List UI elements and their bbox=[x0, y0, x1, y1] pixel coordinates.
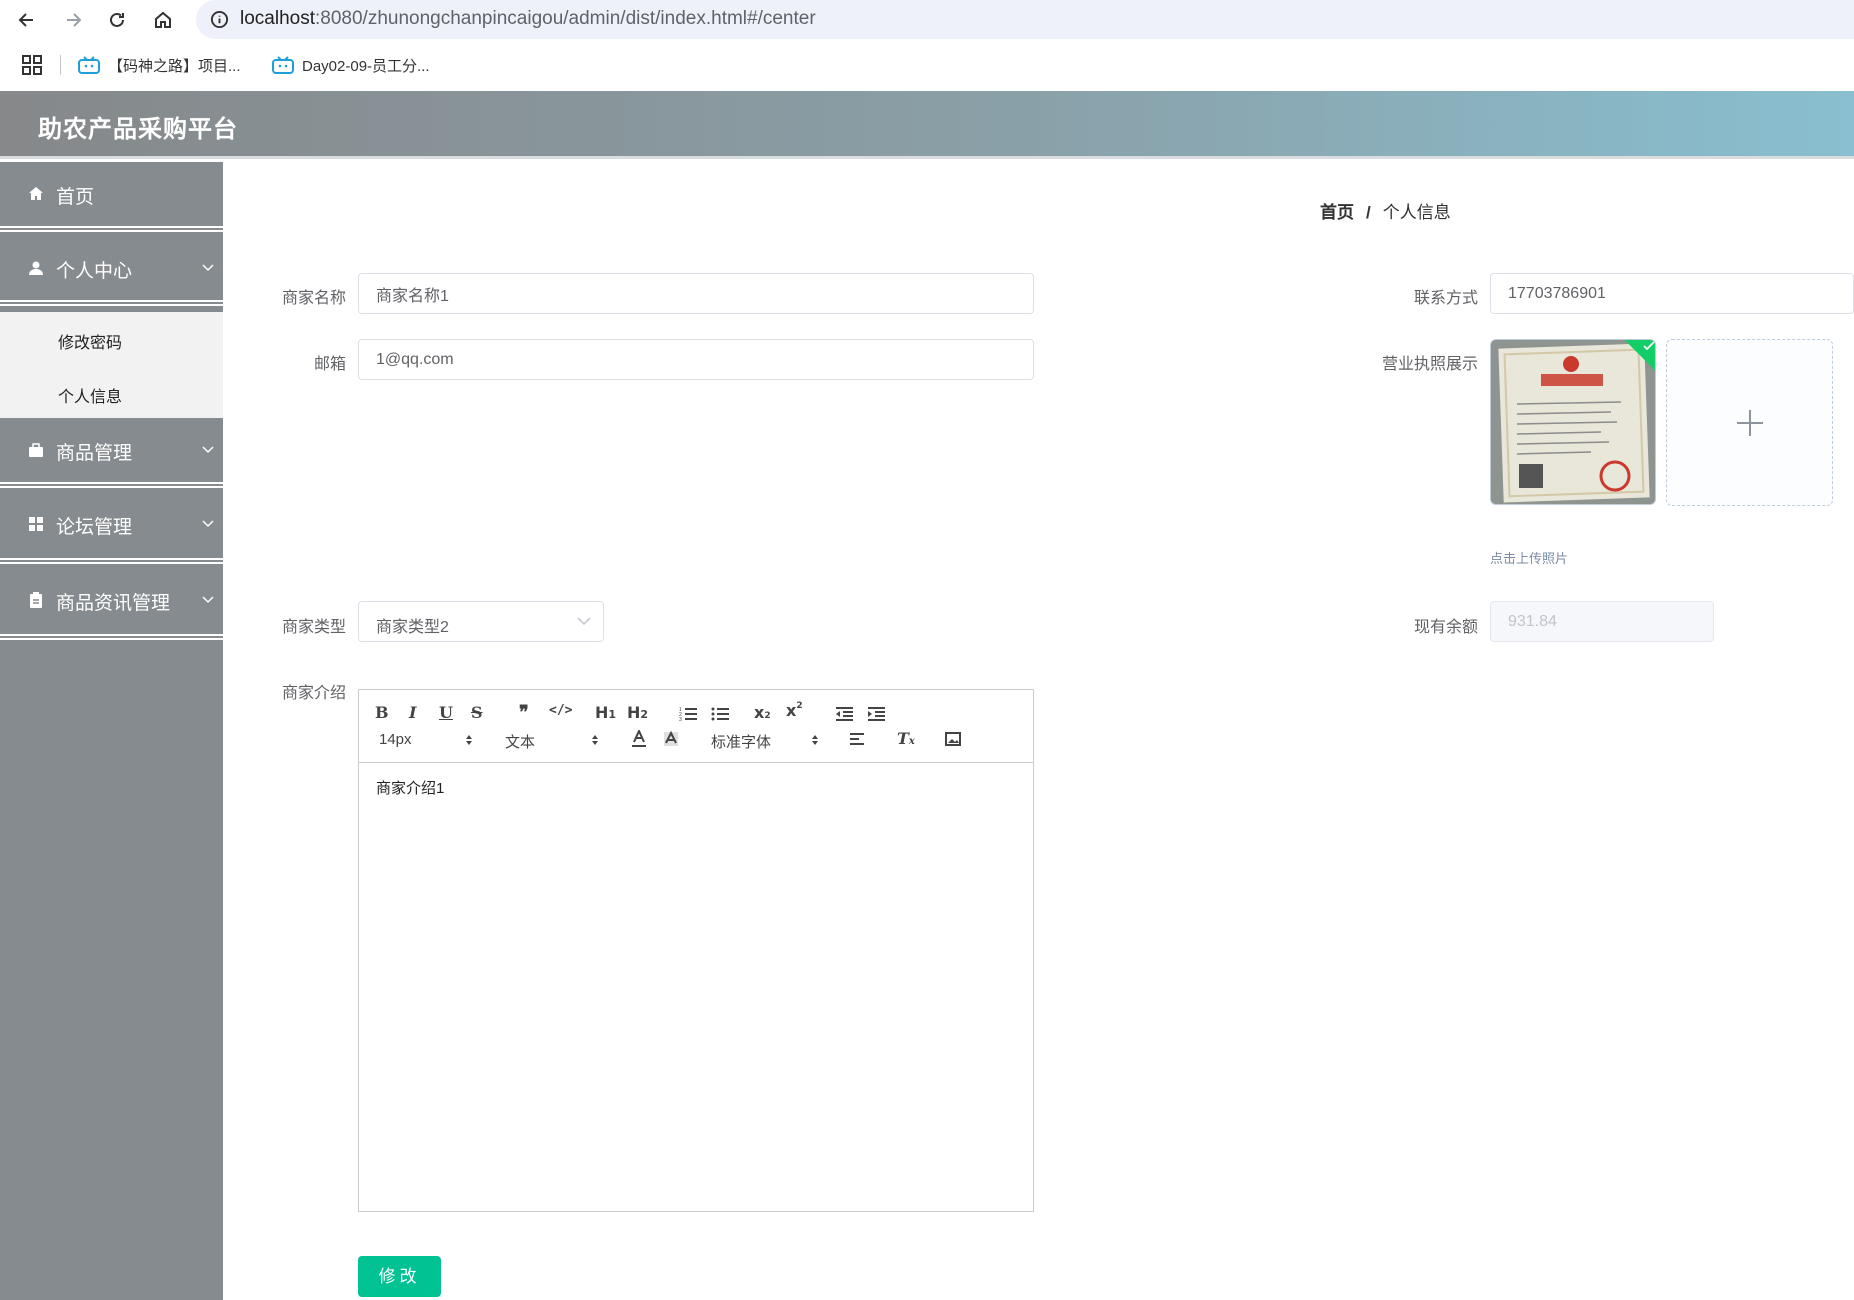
breadcrumb-current: 个人信息 bbox=[1382, 203, 1451, 222]
email-label: 邮箱 bbox=[313, 356, 346, 373]
personal-center-submenu: 修改密码 个人信息 bbox=[0, 312, 223, 418]
browser-toolbar: localhost:8080/zhunongchanpincaigou/admi… bbox=[0, 0, 1854, 40]
sidebar: 首页 个人中心 修改密码 个人信息 商品管理 论坛管理 商品资讯管理 bbox=[0, 162, 223, 1300]
merchant-type-label: 商家类型 bbox=[281, 619, 346, 636]
clipboard-icon bbox=[30, 592, 42, 608]
superscript-icon[interactable]: x2 bbox=[786, 701, 803, 720]
chevron-down-icon bbox=[577, 617, 591, 626]
sidebar-item-product-management[interactable]: 商品管理 bbox=[0, 418, 223, 484]
align-icon[interactable] bbox=[849, 732, 865, 746]
picker-arrows-icon bbox=[466, 735, 472, 745]
bookmark-item[interactable]: 【码神之路】项目... bbox=[78, 54, 241, 76]
editor-toolbar: B I U S ❞ </> H1 H2 123 x2 x2 14px 文本 标准… bbox=[359, 690, 1033, 763]
bilibili-icon bbox=[78, 56, 100, 74]
chevron-down-icon bbox=[202, 520, 214, 528]
text-color-icon[interactable] bbox=[631, 730, 647, 748]
upload-add-button[interactable] bbox=[1666, 339, 1833, 506]
breadcrumb-separator: / bbox=[1366, 203, 1371, 222]
sidebar-divider bbox=[0, 226, 223, 232]
license-image bbox=[1491, 340, 1655, 504]
merchant-type-select[interactable]: 商家类型2 bbox=[358, 601, 604, 642]
sidebar-item-news-management[interactable]: 商品资讯管理 bbox=[0, 568, 223, 634]
font-size-picker[interactable]: 14px bbox=[379, 731, 412, 748]
bilibili-icon bbox=[272, 56, 294, 74]
sidebar-item-personal-center[interactable]: 个人中心 bbox=[0, 236, 223, 302]
submenu-item-profile[interactable]: 个人信息 bbox=[58, 383, 122, 407]
chevron-down-icon bbox=[202, 264, 214, 272]
merchant-intro-label: 商家介绍 bbox=[281, 685, 346, 702]
strikethrough-icon[interactable]: S bbox=[471, 703, 483, 722]
sidebar-divider bbox=[0, 558, 223, 564]
sidebar-divider bbox=[0, 482, 223, 488]
chevron-down-icon bbox=[202, 446, 214, 454]
header-picker[interactable]: 文本 bbox=[505, 731, 535, 752]
chevron-down-icon bbox=[202, 596, 214, 604]
bookmarks-bar: 【码神之路】项目... Day02-09-员工分... bbox=[0, 44, 1854, 86]
app-header: 助农产品采购平台 bbox=[0, 91, 1854, 159]
subscript-icon[interactable]: x2 bbox=[754, 703, 771, 722]
svg-text:3: 3 bbox=[679, 717, 682, 722]
code-block-icon[interactable]: </> bbox=[549, 703, 572, 718]
ordered-list-icon[interactable]: 123 bbox=[679, 706, 697, 722]
email-input[interactable] bbox=[358, 339, 1034, 380]
bold-icon[interactable]: B bbox=[375, 703, 389, 722]
site-info-icon[interactable] bbox=[210, 10, 229, 29]
breadcrumb-home[interactable]: 首页 bbox=[1320, 203, 1354, 222]
editor-content[interactable]: 商家介绍1 bbox=[376, 777, 444, 798]
submit-button[interactable]: 修改 bbox=[358, 1256, 441, 1297]
license-image-thumbnail[interactable] bbox=[1490, 339, 1656, 505]
blockquote-icon[interactable]: ❞ bbox=[519, 702, 529, 723]
contact-input[interactable] bbox=[1490, 273, 1854, 314]
submenu-item-change-password[interactable]: 修改密码 bbox=[58, 329, 122, 353]
rich-text-editor: B I U S ❞ </> H1 H2 123 x2 x2 14px 文本 标准… bbox=[358, 689, 1034, 1212]
header-2-icon[interactable]: H2 bbox=[627, 703, 648, 722]
clear-format-icon[interactable]: Tx bbox=[897, 729, 915, 748]
contact-label: 联系方式 bbox=[1413, 290, 1478, 307]
indent-icon[interactable] bbox=[867, 706, 885, 722]
address-bar[interactable]: localhost:8080/zhunongchanpincaigou/admi… bbox=[196, 0, 1854, 39]
header-1-icon[interactable]: H1 bbox=[595, 703, 616, 722]
home-icon bbox=[29, 187, 43, 200]
app-title: 助农产品采购平台 bbox=[38, 116, 238, 143]
background-color-icon[interactable] bbox=[663, 730, 679, 748]
sidebar-item-home[interactable]: 首页 bbox=[0, 162, 223, 228]
sidebar-item-forum-management[interactable]: 论坛管理 bbox=[0, 492, 223, 558]
plus-icon bbox=[1737, 410, 1763, 436]
license-label: 营业执照展示 bbox=[1381, 356, 1478, 373]
breadcrumb: 首页 / 个人信息 bbox=[1320, 198, 1451, 223]
balance-input bbox=[1490, 601, 1714, 642]
back-arrow-icon[interactable] bbox=[14, 7, 40, 33]
bullet-list-icon[interactable] bbox=[711, 706, 729, 722]
briefcase-icon bbox=[29, 443, 43, 457]
sidebar-divider bbox=[0, 634, 223, 640]
font-family-picker[interactable]: 标准字体 bbox=[711, 731, 771, 752]
reload-icon[interactable] bbox=[104, 7, 130, 33]
forward-arrow-icon[interactable] bbox=[60, 7, 86, 33]
outdent-icon[interactable] bbox=[835, 706, 853, 722]
home-page-icon[interactable] bbox=[150, 7, 176, 33]
url-text[interactable]: localhost:8080/zhunongchanpincaigou/admi… bbox=[240, 8, 816, 30]
balance-label: 现有余额 bbox=[1413, 619, 1478, 636]
underline-icon[interactable]: U bbox=[439, 703, 453, 722]
merchant-name-label: 商家名称 bbox=[281, 290, 346, 307]
apps-grid-icon[interactable] bbox=[22, 55, 42, 75]
picker-arrows-icon bbox=[812, 735, 818, 745]
sidebar-divider bbox=[0, 300, 223, 306]
grid-icon bbox=[29, 517, 43, 531]
check-icon bbox=[1643, 341, 1655, 351]
picker-arrows-icon bbox=[592, 735, 598, 745]
upload-tip: 点击上传照片 bbox=[1490, 551, 1569, 566]
merchant-name-input[interactable] bbox=[358, 273, 1034, 314]
italic-icon[interactable]: I bbox=[409, 703, 416, 722]
merchant-type-value: 商家类型2 bbox=[376, 619, 449, 636]
bookmark-item[interactable]: Day02-09-员工分... bbox=[272, 54, 430, 76]
bookmark-separator bbox=[60, 55, 61, 75]
image-icon[interactable] bbox=[945, 732, 961, 746]
user-icon bbox=[29, 261, 43, 275]
